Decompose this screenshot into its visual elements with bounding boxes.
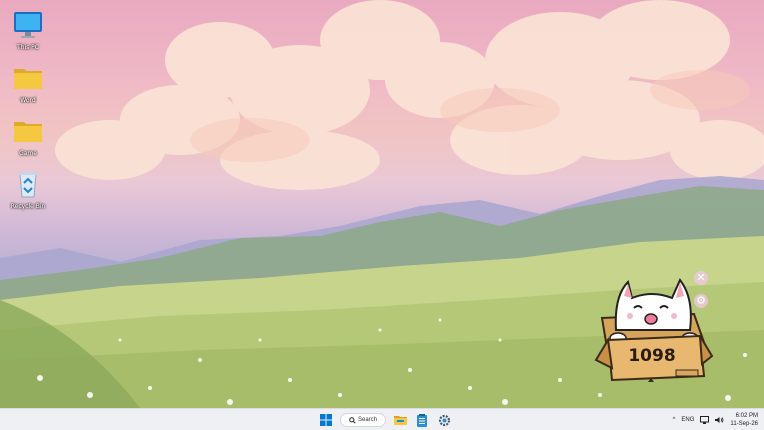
- desktop-icon-game[interactable]: Game: [0, 115, 56, 157]
- close-icon: ✕: [696, 271, 706, 284]
- cat-counter-widget[interactable]: 1098 ✕ ⚙: [594, 268, 714, 386]
- chevron-up-icon[interactable]: ^: [673, 417, 676, 423]
- file-explorer-button[interactable]: [392, 412, 408, 428]
- settings-button[interactable]: [436, 412, 452, 428]
- settings-icon: [438, 414, 450, 426]
- taskbar-pinned-apps: Search: [318, 412, 452, 428]
- folder-icon: [12, 115, 44, 147]
- click-counter: 1098: [628, 346, 676, 366]
- monitor-icon: [12, 9, 44, 41]
- desktop-icon-this-pc[interactable]: This PC: [0, 9, 56, 51]
- widget-settings-button[interactable]: ⚙: [694, 294, 708, 308]
- search-icon: [349, 416, 356, 424]
- taskbar-clock[interactable]: 6:02 PM 11-Sep-26: [730, 412, 758, 428]
- windows-start-icon: [320, 414, 332, 426]
- desktop-icon-recycle-bin[interactable]: Recycle Bin: [0, 168, 56, 210]
- taskbar: Search ^ ENG 6:02 PM 11-Sep-26: [0, 408, 764, 430]
- recycle-bin-icon: [12, 168, 44, 200]
- cat-in-box-illustration: [594, 278, 714, 382]
- notepad-button[interactable]: [414, 412, 430, 428]
- system-tray: ^ ENG 6:02 PM 11-Sep-26: [673, 411, 758, 429]
- start-button[interactable]: [318, 412, 334, 428]
- notepad-icon: [417, 413, 427, 427]
- taskbar-search-box[interactable]: Search: [340, 413, 386, 427]
- folder-icon: [12, 62, 44, 94]
- gear-icon: ⚙: [696, 294, 706, 307]
- volume-icon[interactable]: [715, 416, 724, 424]
- network-icon[interactable]: [700, 416, 710, 424]
- file-explorer-icon: [393, 416, 407, 425]
- desktop-icon-word[interactable]: Word: [0, 62, 56, 104]
- widget-close-button[interactable]: ✕: [694, 271, 708, 285]
- language-indicator[interactable]: ENG: [681, 417, 694, 423]
